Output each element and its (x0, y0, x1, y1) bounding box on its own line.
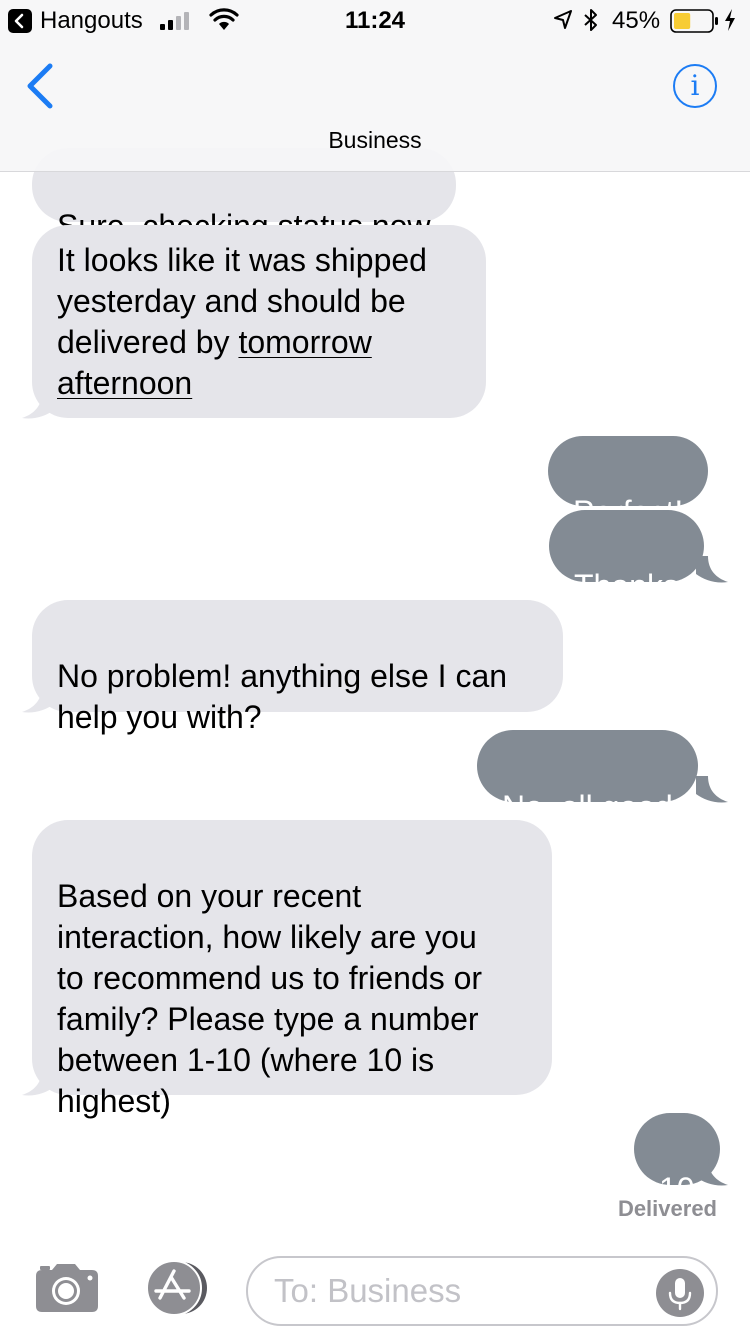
microphone-icon[interactable] (656, 1269, 704, 1317)
incoming-message[interactable]: It looks like it was shipped yesterday a… (32, 225, 486, 418)
message-text: Based on your recent interaction, how li… (57, 878, 483, 1119)
messages-screen: Sure, checking status now It looks like … (0, 0, 750, 1334)
status-bar: Hangouts 11:24 45% (0, 0, 750, 42)
battery-icon (670, 9, 718, 33)
date-link[interactable]: tomorrow (238, 324, 371, 360)
camera-icon[interactable] (32, 1262, 100, 1314)
delivery-status: Delivered (617, 1196, 717, 1221)
incoming-message[interactable]: Based on your recent interaction, how li… (32, 820, 552, 1119)
contact-name[interactable]: Business (0, 127, 750, 154)
incoming-message[interactable]: No problem! anything else I can help you… (32, 600, 563, 735)
message-text: Thanks (574, 568, 679, 604)
message-text: No, all good (502, 789, 673, 825)
bubble-tail (696, 776, 728, 803)
bluetooth-icon (584, 9, 597, 31)
bubble-tail (696, 1159, 728, 1186)
message-input[interactable] (246, 1256, 718, 1326)
bubble-tail (696, 556, 728, 583)
charging-bolt-icon (725, 9, 735, 31)
location-icon (554, 10, 572, 29)
chevron-left-icon[interactable] (22, 62, 56, 110)
date-link-continued[interactable]: afternoon (57, 365, 192, 401)
message-text: No problem! anything else I can help you… (57, 658, 508, 735)
bubble-tail (22, 686, 54, 713)
outgoing-message[interactable]: Thanks (549, 510, 704, 604)
compose-bar (0, 1235, 750, 1334)
info-icon[interactable]: i (673, 64, 717, 108)
bubble-tail (22, 392, 54, 419)
conversation-header: Hangouts 11:24 45% i Business (0, 0, 750, 172)
outgoing-message[interactable]: No, all good (477, 730, 698, 825)
app-store-icon[interactable] (138, 1260, 214, 1316)
bubble-tail (22, 1069, 54, 1096)
outgoing-message[interactable]: Perfect! (548, 436, 709, 530)
battery-percentage: 45% (612, 7, 661, 34)
